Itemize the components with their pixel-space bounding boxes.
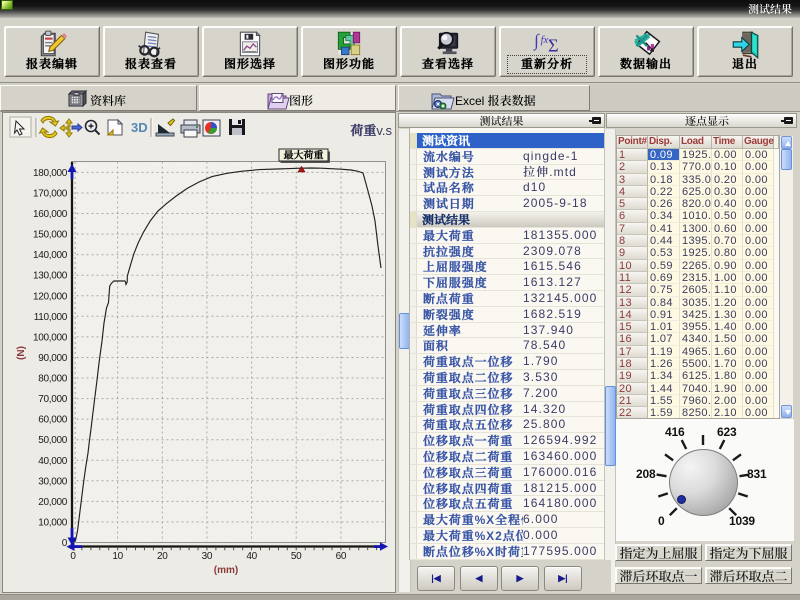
svg-text:0: 0 <box>70 551 76 562</box>
svg-text:60,000: 60,000 <box>38 415 68 426</box>
svg-text:90,000: 90,000 <box>38 353 68 364</box>
svg-text:140,000: 140,000 <box>33 250 68 261</box>
svg-text:20,000: 20,000 <box>38 497 68 508</box>
svg-text:170,000: 170,000 <box>33 189 68 200</box>
svg-text:40: 40 <box>246 551 257 562</box>
svg-text:110,000: 110,000 <box>34 312 68 323</box>
svg-text:∫: ∫ <box>533 31 540 51</box>
svg-text:100,000: 100,000 <box>33 332 68 343</box>
svg-text:120,000: 120,000 <box>33 291 68 302</box>
svg-text:80,000: 80,000 <box>38 374 68 385</box>
svg-text:70,000: 70,000 <box>38 394 68 405</box>
svg-text:60: 60 <box>336 551 347 562</box>
svg-text:0: 0 <box>62 538 68 549</box>
svg-text:最大荷重: 最大荷重 <box>284 147 324 162</box>
svg-text:40,000: 40,000 <box>38 456 68 467</box>
svg-text:(N): (N) <box>16 346 27 360</box>
svg-text:180,000: 180,000 <box>33 168 68 179</box>
svg-text:(mm): (mm) <box>214 565 238 576</box>
svg-text:30,000: 30,000 <box>38 476 68 487</box>
svg-text:20: 20 <box>157 551 168 562</box>
svg-text:10,000: 10,000 <box>38 517 68 528</box>
svg-text:50,000: 50,000 <box>38 435 68 446</box>
svg-text:150,000: 150,000 <box>33 230 68 241</box>
svg-text:130,000: 130,000 <box>33 271 68 282</box>
svg-text:160,000: 160,000 <box>33 209 68 220</box>
svg-text:50: 50 <box>291 551 302 562</box>
svg-text:10: 10 <box>112 551 123 562</box>
svg-text:30: 30 <box>202 551 213 562</box>
svg-text:Σ: Σ <box>548 35 559 55</box>
